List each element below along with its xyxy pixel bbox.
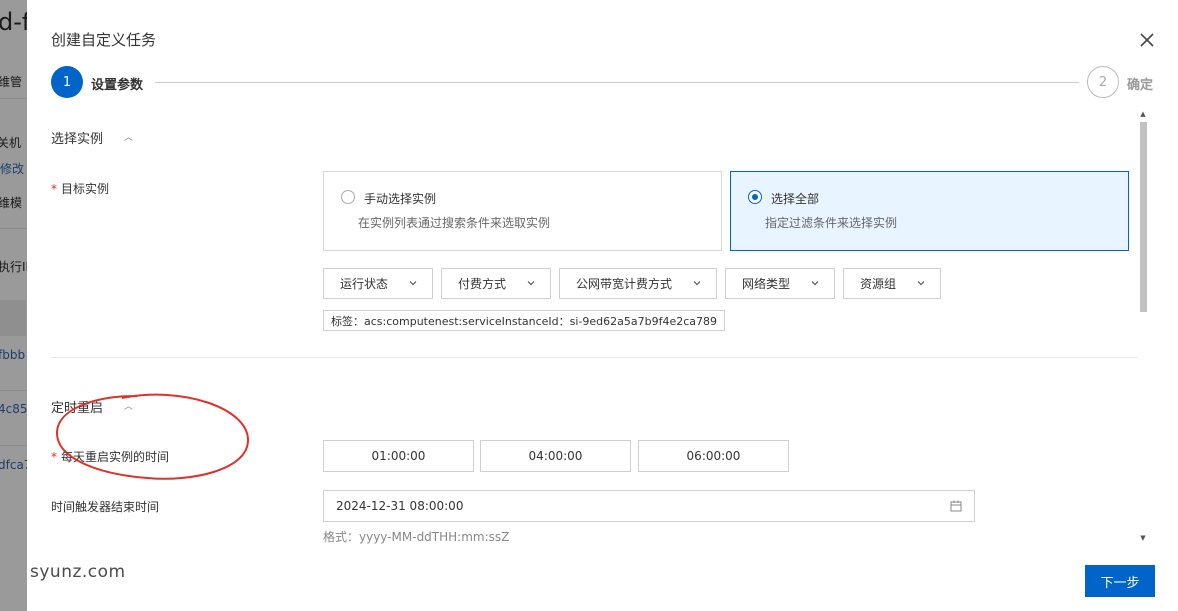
chevron-down-icon: [527, 281, 535, 286]
step-1-label: 设置参数: [91, 78, 144, 93]
radio-card-manual-title: 手动选择实例: [364, 192, 437, 206]
section-title-reboot: 定时重启: [51, 401, 104, 416]
section-divider: [51, 357, 1138, 358]
calendar-icon[interactable]: [950, 500, 962, 512]
bg-item-1: 修改: [0, 162, 25, 176]
radio-manual[interactable]: [341, 190, 355, 204]
close-icon[interactable]: [1135, 28, 1159, 52]
filter-payment-label: 付费方式: [458, 277, 507, 291]
chevron-down-icon: [811, 281, 819, 286]
dialog-title: 创建自定义任务: [51, 31, 157, 49]
filter-dropdown-status[interactable]: 运行状态: [323, 268, 433, 299]
reboot-time-3[interactable]: 06:00:00: [638, 440, 789, 472]
step-connector: [155, 82, 1079, 83]
step-2-label: 确定: [1127, 78, 1154, 93]
end-time-value: 2024-12-31 08:00:00: [336, 499, 464, 513]
bg-item-0: 关机: [0, 136, 22, 150]
format-hint: 格式：yyyy-MM-ddTHH:mm:ssZ: [323, 530, 510, 544]
filter-dropdown-network-type[interactable]: 网络类型: [725, 268, 835, 299]
filter-dropdown-payment[interactable]: 付费方式: [441, 268, 551, 299]
chevron-down-icon: [693, 281, 701, 286]
chevron-down-icon: [917, 281, 925, 286]
scroll-down-arrow-icon[interactable]: ▼: [1138, 534, 1148, 542]
step-1-indicator: 1: [51, 66, 83, 98]
create-task-dialog: 创建自定义任务 1 设置参数 2 确定 ▲ ▼ 选择实例 ︿ * 目标实例 手动选…: [27, 0, 1178, 611]
filter-tag[interactable]: 标签：acs:computenest:serviceInstanceId：si-…: [323, 310, 726, 331]
collapse-chevron-up-icon[interactable]: ︿: [124, 399, 133, 412]
reboot-time-1[interactable]: 01:00:00: [323, 440, 474, 472]
filter-dropdown-bandwidth-billing[interactable]: 公网带宽计费方式: [559, 268, 717, 299]
target-instance-label: * 目标实例: [51, 182, 110, 196]
filter-network-label: 网络类型: [742, 277, 791, 291]
reboot-times-label: * 每天重启实例的时间: [51, 450, 170, 464]
radio-card-manual-desc: 在实例列表通过搜索条件来选取实例: [358, 216, 551, 230]
radio-card-all-desc: 指定过滤条件来选择实例: [765, 216, 898, 230]
step-2-indicator: 2: [1087, 66, 1119, 98]
filter-resource-group-label: 资源组: [860, 277, 897, 291]
end-time-label: 时间触发器结束时间: [51, 500, 160, 514]
bg-row-id-0: fbbb: [0, 348, 26, 362]
next-step-button[interactable]: 下一步: [1085, 565, 1155, 597]
radio-card-all[interactable]: 选择全部 指定过滤条件来选择实例: [730, 171, 1129, 251]
watermark: syunz.com: [30, 562, 126, 582]
section-title-instance: 选择实例: [51, 132, 104, 147]
filter-bandwidth-label: 公网带宽计费方式: [576, 277, 673, 291]
collapse-chevron-up-icon[interactable]: ︿: [124, 130, 133, 143]
filter-status-label: 运行状态: [340, 277, 389, 291]
radio-all[interactable]: [748, 190, 762, 204]
scroll-thumb[interactable]: [1140, 122, 1147, 312]
end-time-input[interactable]: 2024-12-31 08:00:00: [323, 490, 975, 522]
chevron-down-icon: [409, 281, 417, 286]
filter-dropdown-resource-group[interactable]: 资源组: [843, 268, 941, 299]
radio-card-all-title: 选择全部: [771, 192, 820, 206]
bg-item-2: 维模: [0, 196, 23, 210]
bg-tab: 维管: [0, 75, 23, 89]
bg-page-title: d-f: [0, 8, 31, 36]
radio-card-manual[interactable]: 手动选择实例 在实例列表通过搜索条件来选取实例: [323, 171, 722, 251]
reboot-time-2[interactable]: 04:00:00: [480, 440, 631, 472]
content-scrollbar[interactable]: ▲ ▼: [1138, 110, 1148, 546]
scroll-up-arrow-icon[interactable]: ▲: [1138, 110, 1148, 118]
